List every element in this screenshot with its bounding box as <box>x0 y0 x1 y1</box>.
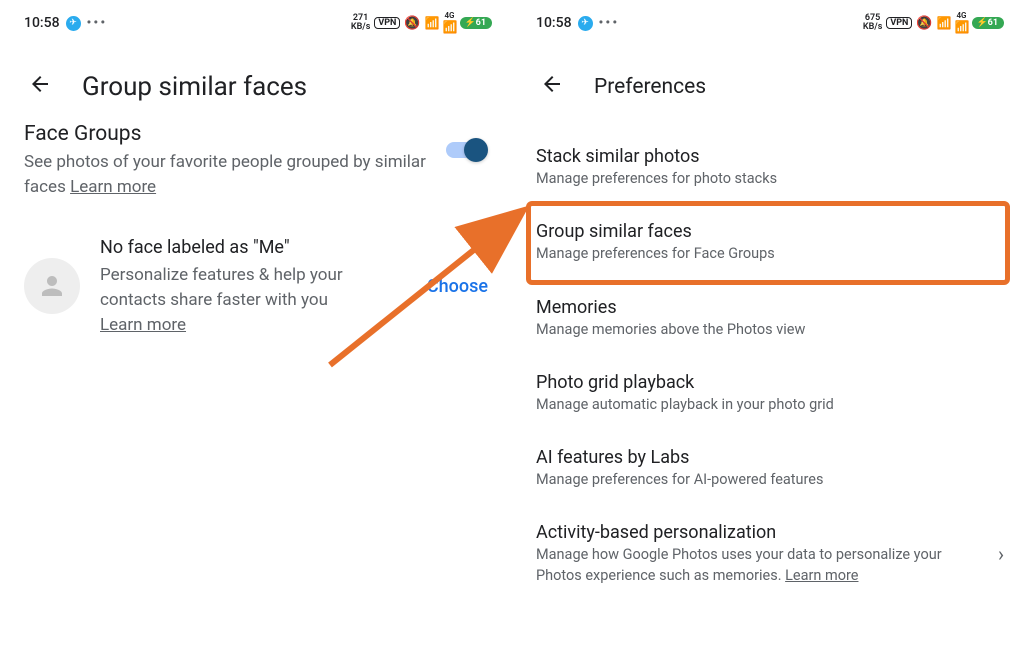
battery-icon: ⚡61 <box>972 17 1004 29</box>
learn-more-link[interactable]: Learn more <box>70 177 156 197</box>
more-dots-icon: ••• <box>599 15 620 31</box>
me-learn-more-link[interactable]: Learn more <box>100 315 186 335</box>
app-header-right: Preferences <box>512 42 1024 130</box>
pref-item-grid-playback[interactable]: Photo grid playback Manage automatic pla… <box>536 356 1000 431</box>
status-bar-right: 10:58 ✈ ••• 675 KB/s VPN 🔕 📶 4G 📶 ⚡61 <box>512 0 1024 42</box>
cellular-indicator: 4G 📶 <box>955 12 969 34</box>
battery-icon: ⚡61 <box>460 17 492 29</box>
face-groups-toggle[interactable] <box>446 138 488 162</box>
person-icon <box>37 271 67 301</box>
face-groups-title: Face Groups <box>24 122 434 146</box>
cellular-indicator: 4G 📶 <box>443 12 457 34</box>
me-section-text: No face labeled as "Me" Personalize feat… <box>100 235 407 337</box>
avatar-placeholder <box>24 258 80 314</box>
vpn-badge: VPN <box>374 17 400 29</box>
back-arrow-icon[interactable] <box>28 72 52 102</box>
status-time: 10:58 <box>536 15 572 31</box>
pref-item-ai-labs[interactable]: AI features by Labs Manage preferences f… <box>536 431 1000 506</box>
learn-more-link[interactable]: Learn more <box>785 567 858 584</box>
status-time: 10:58 <box>24 15 60 31</box>
mute-icon: 🔕 <box>404 16 420 31</box>
annotation-highlight <box>526 201 1010 284</box>
network-speed: 271 KB/s <box>351 14 370 32</box>
back-arrow-icon[interactable] <box>540 72 564 102</box>
more-dots-icon: ••• <box>87 15 108 31</box>
app-header-left: Group similar faces <box>0 42 512 122</box>
face-groups-desc: See photos of your favorite people group… <box>24 150 434 199</box>
telegram-icon: ✈ <box>66 16 81 31</box>
right-panel: 10:58 ✈ ••• 675 KB/s VPN 🔕 📶 4G 📶 ⚡61 Pr… <box>512 0 1024 652</box>
chevron-right-icon: › <box>998 542 1004 566</box>
telegram-icon: ✈ <box>578 16 593 31</box>
choose-button[interactable]: Choose <box>427 276 488 297</box>
network-speed: 675 KB/s <box>863 14 882 32</box>
pref-item-stack[interactable]: Stack similar photos Manage preferences … <box>536 130 1000 205</box>
me-desc: Personalize features & help your contact… <box>100 263 407 312</box>
page-title: Group similar faces <box>82 72 307 102</box>
signal-icon: 📶 <box>937 16 951 30</box>
pref-item-activity-personalization[interactable]: Activity-based personalization Manage ho… <box>536 506 1000 602</box>
status-bar-left: 10:58 ✈ ••• 271 KB/s VPN 🔕 📶 4G 📶 ⚡61 <box>0 0 512 42</box>
vpn-badge: VPN <box>886 17 912 29</box>
pref-item-memories[interactable]: Memories Manage memories above the Photo… <box>536 281 1000 356</box>
me-title: No face labeled as "Me" <box>100 235 407 261</box>
page-title: Preferences <box>594 75 706 99</box>
mute-icon: 🔕 <box>916 16 932 31</box>
signal-icon: 📶 <box>425 16 439 30</box>
left-panel: 10:58 ✈ ••• 271 KB/s VPN 🔕 📶 4G 📶 ⚡61 Gr… <box>0 0 512 652</box>
pref-item-group-faces[interactable]: Group similar faces Manage preferences f… <box>536 205 1000 280</box>
